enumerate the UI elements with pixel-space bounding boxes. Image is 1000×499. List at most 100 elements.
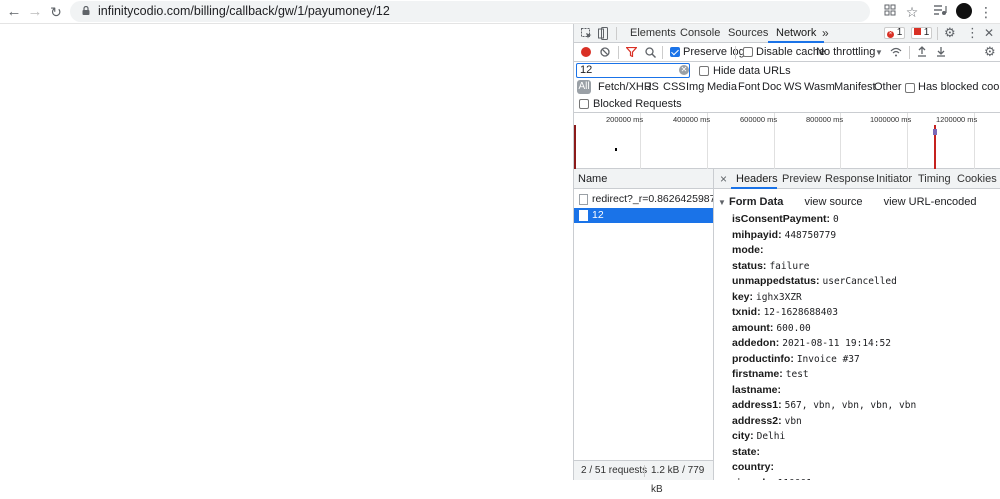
search-icon[interactable] xyxy=(645,47,656,58)
form-field-key: zipcode: xyxy=(732,477,775,481)
form-field-key: mihpayid: xyxy=(732,228,782,241)
clear-icon[interactable] xyxy=(600,47,610,57)
type-filter-all[interactable]: All xyxy=(577,80,591,94)
tab-response[interactable]: Response xyxy=(825,173,875,185)
network-conditions-wifi-icon[interactable] xyxy=(890,47,902,57)
form-data-title: Form Data xyxy=(728,196,784,208)
form-field-value: 12-1628688403 xyxy=(763,307,838,318)
form-field-value: failure xyxy=(769,260,810,272)
name-column-header[interactable]: Name xyxy=(578,173,607,185)
form-field-value: 448750779 xyxy=(784,229,837,241)
filter-funnel-icon[interactable] xyxy=(626,47,637,57)
type-filter-manifest[interactable]: Manifest xyxy=(834,81,876,93)
bookmark-star-icon[interactable]: ☆ xyxy=(902,2,922,22)
throttling-select[interactable]: No throttling xyxy=(816,46,875,58)
tab-preview[interactable]: Preview xyxy=(782,173,821,185)
type-filter-wasm[interactable]: Wasm xyxy=(804,81,835,93)
timeline-request-mark xyxy=(615,148,617,151)
form-field-row: address2: vbn xyxy=(732,415,802,427)
tab-elements[interactable]: Elements xyxy=(630,27,676,39)
dropdown-arrow-icon[interactable]: ▼ xyxy=(875,46,883,60)
request-row[interactable]: redirect?_r=0.862642598764... xyxy=(574,192,713,207)
form-field-value: 0 xyxy=(833,214,839,225)
error-count-badge[interactable]: × 1 xyxy=(884,27,906,39)
type-filter-font[interactable]: Font xyxy=(738,81,760,93)
kebab-menu-icon[interactable]: ⋮ xyxy=(976,2,996,22)
disable-cache-checkbox[interactable] xyxy=(743,47,753,57)
filter-input[interactable]: 12 xyxy=(576,63,690,78)
hide-data-urls-checkbox[interactable] xyxy=(699,66,709,76)
form-field-row: zipcode:110001 xyxy=(732,477,812,481)
inspect-element-icon[interactable] xyxy=(581,28,592,39)
type-filter-fetch-xhr[interactable]: Fetch/XHR xyxy=(598,81,652,93)
toolbar-separator xyxy=(618,46,619,59)
back-arrow-icon[interactable]: ← xyxy=(4,2,24,22)
record-icon[interactable] xyxy=(581,47,591,57)
tab-timing[interactable]: Timing xyxy=(918,173,951,185)
form-data-header[interactable]: ▼ Form Data view source view URL-encoded xyxy=(718,196,977,208)
form-field-key: firstname: xyxy=(732,368,783,380)
forward-arrow-icon[interactable]: → xyxy=(25,2,45,22)
expand-triangle-icon[interactable]: ▼ xyxy=(718,198,726,207)
has-blocked-cookies-label: Has blocked cookies xyxy=(918,81,1000,93)
form-field-key: key: xyxy=(732,290,754,303)
devtools-menu-icon[interactable]: ⋮ xyxy=(966,26,979,40)
issue-flag-icon xyxy=(914,28,921,35)
more-tabs-chevron-icon[interactable]: » xyxy=(822,26,829,40)
form-field-key: lastname: xyxy=(732,383,782,396)
form-field-value: 2021-08-11 19:14:52 xyxy=(782,338,891,349)
disable-cache-label: Disable cache xyxy=(756,46,826,58)
toolbar-separator xyxy=(909,46,910,59)
close-devtools-icon[interactable]: ✕ xyxy=(984,26,994,40)
timeline-request-bar xyxy=(933,129,937,135)
form-field-key: unmappedstatus: xyxy=(732,275,820,287)
tab-initiator[interactable]: Initiator xyxy=(876,173,912,185)
type-filter-css[interactable]: CSS xyxy=(663,81,686,93)
extensions-grid-icon[interactable] xyxy=(880,2,900,22)
warning-count-badge[interactable]: 1 xyxy=(911,27,933,39)
tab-console[interactable]: Console xyxy=(680,27,720,39)
settings-gear-icon[interactable]: ⚙ xyxy=(944,26,956,40)
network-overview-timeline[interactable]: 200000 ms 400000 ms 600000 ms 800000 ms … xyxy=(574,113,1000,169)
form-field-key: txnid: xyxy=(732,306,761,318)
url-text[interactable]: infinitycodio.com/billing/callback/gw/1/… xyxy=(98,4,390,18)
network-settings-gear-icon[interactable]: ⚙ xyxy=(984,45,996,59)
device-toolbar-icon[interactable] xyxy=(598,27,608,40)
import-har-upload-icon[interactable] xyxy=(917,46,927,57)
type-filter-js[interactable]: JS xyxy=(646,81,659,93)
form-field-row: txnid: 12-1628688403 xyxy=(732,306,838,318)
tab-cookies[interactable]: Cookies xyxy=(957,173,997,185)
export-har-download-icon[interactable] xyxy=(936,46,946,57)
view-url-encoded-link[interactable]: view URL-encoded xyxy=(884,196,977,208)
type-filter-doc[interactable]: Doc xyxy=(762,81,782,93)
type-filter-other[interactable]: Other xyxy=(874,81,902,93)
media-control-icon[interactable] xyxy=(930,2,950,22)
tab-network[interactable]: Network xyxy=(776,27,816,39)
blocked-requests-checkbox[interactable] xyxy=(579,99,589,109)
transfer-size: 1.2 kB / 779 kB xyxy=(651,465,705,495)
has-blocked-cookies-checkbox[interactable] xyxy=(905,83,915,93)
profile-avatar[interactable] xyxy=(956,3,972,19)
timeline-tick-label: 1000000 ms xyxy=(870,115,912,124)
preserve-log-checkbox[interactable] xyxy=(670,47,680,57)
clear-filter-icon[interactable]: ✕ xyxy=(679,65,689,75)
form-field-key: status: xyxy=(732,259,767,272)
type-filter-media[interactable]: Media xyxy=(707,81,737,93)
tab-headers[interactable]: Headers xyxy=(736,173,778,185)
timeline-tick-label: 200000 ms xyxy=(606,115,644,124)
tab-sources[interactable]: Sources xyxy=(728,27,768,39)
form-field-row: isConsentPayment: 0 xyxy=(732,213,839,225)
hide-data-urls-label: Hide data URLs xyxy=(713,65,791,77)
reload-icon[interactable]: ↻ xyxy=(46,2,66,22)
type-filter-img[interactable]: Img xyxy=(686,81,704,93)
timeline-load-marker xyxy=(574,125,576,169)
form-field-key: amount: xyxy=(732,321,774,334)
close-detail-icon[interactable]: × xyxy=(720,172,727,186)
request-name: redirect?_r=0.862642598764... xyxy=(592,193,713,205)
request-row-selected[interactable]: 12 xyxy=(574,208,713,223)
address-bar[interactable]: infinitycodio.com/billing/callback/gw/1/… xyxy=(70,1,870,22)
type-filter-ws[interactable]: WS xyxy=(784,81,802,93)
requests-column-header[interactable]: Name xyxy=(574,169,714,189)
form-field-row: productinfo: Invoice #37 xyxy=(732,353,860,365)
view-source-link[interactable]: view source xyxy=(804,196,862,208)
